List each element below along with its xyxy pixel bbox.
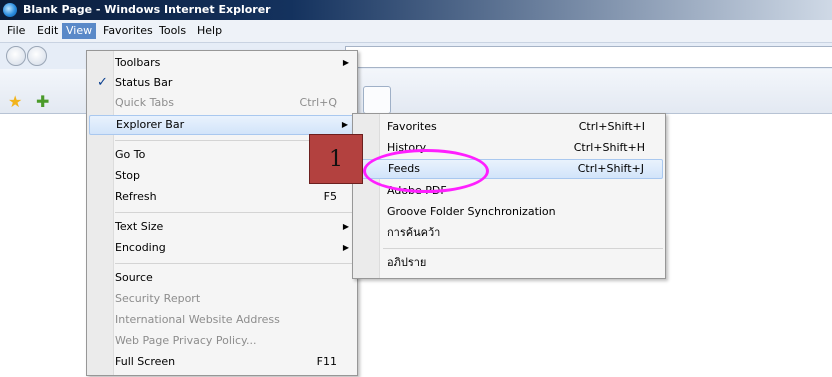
menu-item-shortcut: F11	[316, 355, 337, 368]
window-title: Blank Page - Windows Internet Explorer	[23, 3, 271, 16]
menu-help[interactable]: Help	[193, 23, 226, 39]
menu-item-label: Stop	[115, 169, 141, 182]
menu-favorites[interactable]: Favorites	[99, 23, 157, 39]
add-favorite-icon[interactable]: ✚	[36, 94, 49, 110]
new-tab-button[interactable]	[363, 86, 391, 114]
menu-item-label: Favorites	[387, 120, 437, 133]
menu-bar: File Edit View Favorites Tools Help	[0, 20, 832, 43]
menu-item-label: International Website Address	[115, 313, 280, 326]
explorer-bar-submenu: Favorites Ctrl+Shift+I History Ctrl+Shif…	[352, 113, 666, 279]
menu-item-label: Text Size	[115, 220, 164, 233]
submenu-item-discuss[interactable]: อภิปราย	[355, 253, 663, 273]
menu-item-shortcut: Ctrl+Shift+I	[578, 120, 645, 133]
menu-item-label: Quick Tabs	[115, 96, 174, 109]
view-menu: Toolbars ▶ ✓ Status Bar Quick Tabs Ctrl+…	[86, 50, 358, 376]
checkmark-icon: ✓	[97, 75, 108, 90]
submenu-arrow-icon: ▶	[342, 58, 349, 67]
menu-item-shortcut: Ctrl+Q	[299, 96, 337, 109]
menu-item-explorer-bar[interactable]: Explorer Bar ▶	[89, 115, 355, 135]
menu-item-source[interactable]: Source	[89, 268, 355, 288]
submenu-arrow-icon: ▶	[342, 243, 349, 252]
menu-item-quick-tabs[interactable]: Quick Tabs Ctrl+Q	[89, 93, 355, 113]
menu-item-encoding[interactable]: Encoding ▶	[89, 238, 355, 258]
menu-item-status-bar[interactable]: ✓ Status Bar	[89, 73, 355, 93]
menu-view[interactable]: View	[62, 23, 97, 39]
title-bar: Blank Page - Windows Internet Explorer	[0, 0, 832, 20]
menu-item-label: Full Screen	[115, 355, 176, 368]
menu-item-shortcut: F5	[323, 190, 337, 203]
submenu-item-research[interactable]: การค้นคว้า	[355, 223, 663, 243]
submenu-item-favorites[interactable]: Favorites Ctrl+Shift+I	[355, 117, 663, 137]
menu-item-shortcut: Ctrl+Shift+H	[573, 141, 645, 154]
submenu-item-groove-sync[interactable]: Groove Folder Synchronization	[355, 202, 663, 222]
step-number-badge: 1	[309, 134, 363, 184]
menu-item-label: Refresh	[115, 190, 157, 203]
menu-item-label: Explorer Bar	[116, 118, 185, 131]
menu-item-label: การค้นคว้า	[387, 226, 441, 239]
menu-item-privacy-policy[interactable]: Web Page Privacy Policy...	[89, 331, 355, 351]
menu-item-label: อภิปราย	[387, 256, 427, 269]
submenu-arrow-icon: ▶	[342, 222, 349, 231]
address-bar[interactable]	[345, 46, 832, 68]
menu-item-label: Toolbars	[115, 56, 161, 69]
back-arrow-icon[interactable]	[6, 46, 26, 66]
menu-item-toolbars[interactable]: Toolbars ▶	[89, 53, 355, 73]
menu-item-security-report[interactable]: Security Report	[89, 289, 355, 309]
menu-item-label: Groove Folder Synchronization	[387, 205, 556, 218]
star-icon[interactable]: ★	[8, 94, 22, 110]
menu-file[interactable]: File	[3, 23, 29, 39]
menu-item-text-size[interactable]: Text Size ▶	[89, 217, 355, 237]
menu-item-label: Source	[115, 271, 153, 284]
menu-item-label: Security Report	[115, 292, 201, 305]
forward-arrow-icon[interactable]	[27, 46, 47, 66]
menu-separator	[115, 263, 355, 264]
submenu-arrow-icon: ▶	[341, 120, 348, 129]
menu-item-label: Go To	[115, 148, 146, 161]
menu-edit[interactable]: Edit	[33, 23, 62, 39]
menu-item-label: Encoding	[115, 241, 166, 254]
menu-tools[interactable]: Tools	[155, 23, 190, 39]
menu-separator	[383, 248, 663, 249]
ie-logo-icon	[3, 3, 17, 17]
step-number: 1	[329, 147, 343, 172]
menu-separator	[115, 212, 355, 213]
menu-item-label: Status Bar	[115, 76, 173, 89]
menu-item-full-screen[interactable]: Full Screen F11	[89, 352, 355, 372]
menu-item-label: Web Page Privacy Policy...	[115, 334, 257, 347]
menu-item-refresh[interactable]: Refresh F5	[89, 187, 355, 207]
highlight-circle	[363, 149, 489, 193]
menu-item-international-address[interactable]: International Website Address	[89, 310, 355, 330]
menu-item-shortcut: Ctrl+Shift+J	[577, 162, 644, 175]
